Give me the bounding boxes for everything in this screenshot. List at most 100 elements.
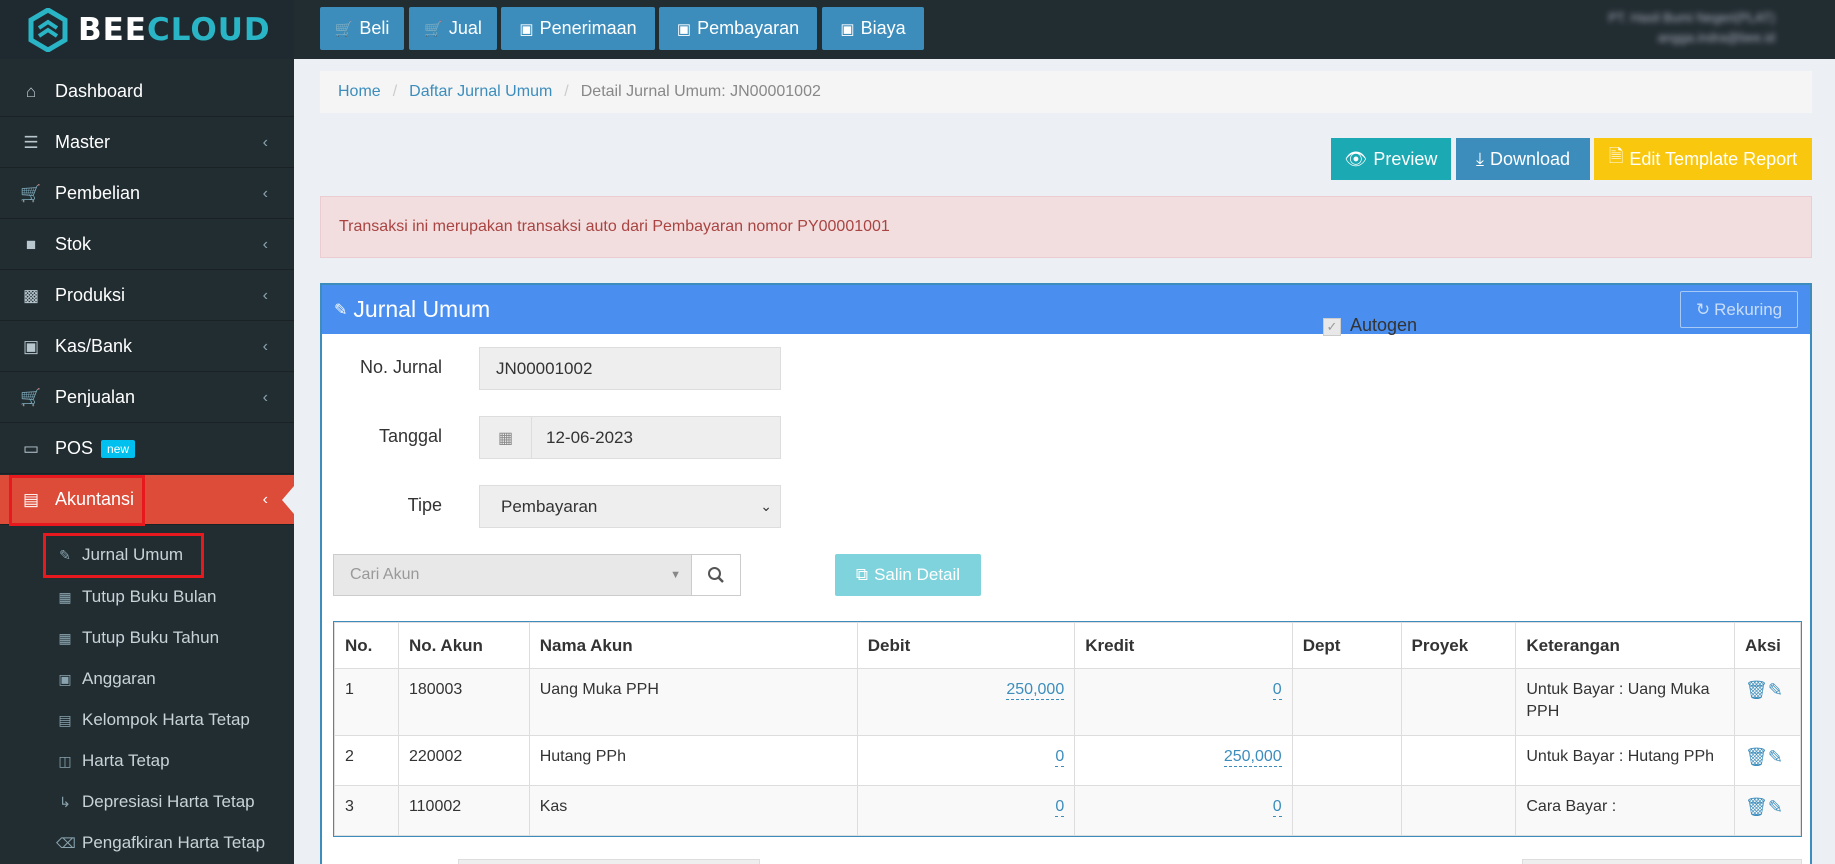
edit-template-report-button[interactable]: 🗎 Edit Template Report bbox=[1594, 138, 1812, 180]
cell-kredit: 0 bbox=[1074, 785, 1293, 836]
brand-logo[interactable]: BEECLOUD bbox=[0, 0, 294, 59]
brand-part-cloud: CLOUD bbox=[146, 11, 271, 48]
column-header: Debit bbox=[856, 622, 1076, 669]
cell-keterangan: Cara Bayar : bbox=[1515, 785, 1735, 836]
nav-jual-button[interactable]: 🛒 Jual bbox=[409, 7, 497, 50]
sidebar-subitem-harta-tetap[interactable]: ◫ Harta Tetap bbox=[56, 742, 169, 780]
sidebar-subitem-label: Kelompok Harta Tetap bbox=[82, 710, 250, 729]
cell-keterangan: Untuk Bayar : Hutang PPh bbox=[1515, 735, 1735, 786]
sidebar-subitem-tutup-buku-bulan[interactable]: ▦ Tutup Buku Bulan bbox=[56, 578, 216, 616]
journal-table: No. No. Akun Nama Akun Debit Kredit Dept… bbox=[333, 621, 1802, 837]
column-header: Proyek bbox=[1400, 622, 1517, 669]
sidebar-item-stok[interactable]: ■ Stok ‹ bbox=[0, 220, 294, 270]
sidebar-item-label: Stok bbox=[55, 234, 92, 254]
nav-pembayaran-label: Pembayaran bbox=[697, 18, 800, 38]
kredit-editable[interactable]: 0 bbox=[1272, 798, 1282, 817]
user-company: PT. Hasil Bumi Negeri(PLAT) bbox=[1608, 10, 1775, 25]
trash-icon: ⌫ bbox=[56, 834, 76, 851]
money-icon: ▣ bbox=[58, 670, 72, 687]
kredit-editable[interactable]: 250,000 bbox=[1223, 748, 1282, 767]
breadcrumb-separator: / bbox=[392, 83, 398, 100]
sidebar-subitem-depresiasi-harta-tetap[interactable]: ↳ Depresiasi Harta Tetap bbox=[56, 783, 255, 821]
column-header: Kredit bbox=[1074, 622, 1293, 669]
pencil-icon[interactable]: ✎ bbox=[1768, 747, 1783, 767]
cari-akun-select[interactable]: Cari Akun ▼ bbox=[333, 554, 692, 596]
sidebar-item-produksi[interactable]: ▩ Produksi ‹ bbox=[0, 271, 294, 321]
money-icon: ▣ bbox=[519, 20, 534, 38]
cart-icon: 🛒 bbox=[334, 20, 354, 38]
tipe-select[interactable]: Pembayaran ⌄ bbox=[479, 485, 781, 528]
sidebar-item-kas-bank[interactable]: ▣ Kas/Bank ‹ bbox=[0, 322, 294, 372]
tipe-label: Tipe bbox=[407, 495, 442, 515]
sidebar-subitem-tutup-buku-tahun[interactable]: ▦ Tutup Buku Tahun bbox=[56, 619, 219, 657]
cell-no: 2 bbox=[334, 735, 399, 786]
nav-penerimaan-button[interactable]: ▣ Penerimaan bbox=[501, 7, 655, 50]
footer-total-field[interactable] bbox=[1522, 859, 1802, 864]
sidebar-item-master[interactable]: ☰ Master ‹ bbox=[0, 118, 294, 168]
nav-biaya-label: Biaya bbox=[860, 18, 906, 38]
download-button[interactable]: ⤓ Download bbox=[1456, 138, 1590, 180]
cell-debit: 250,000 bbox=[856, 668, 1076, 736]
sidebar-item-penjualan[interactable]: 🛒 Penjualan ‹ bbox=[0, 373, 294, 423]
debit-editable[interactable]: 0 bbox=[1055, 748, 1065, 767]
sidebar-item-pos[interactable]: ▭ POS new bbox=[0, 424, 294, 474]
cart-icon: 🛒 bbox=[20, 387, 42, 407]
download-icon: ⤓ bbox=[1475, 148, 1484, 169]
breadcrumb-home-link[interactable]: Home bbox=[338, 83, 381, 101]
sidebar-item-dashboard[interactable]: ⌂ Dashboard bbox=[0, 67, 294, 117]
nav-biaya-button[interactable]: ▣ Biaya bbox=[822, 7, 924, 50]
column-header: No. bbox=[334, 622, 399, 669]
panel-title: Jurnal Umum bbox=[353, 296, 491, 322]
brand-part-bee: BEE bbox=[78, 11, 147, 48]
nav-beli-button[interactable]: 🛒 Beli bbox=[320, 7, 404, 50]
cell-keterangan: Untuk Bayar : Uang Muka PPH bbox=[1515, 668, 1735, 736]
new-badge: new bbox=[101, 439, 136, 458]
highlight-box-akuntansi bbox=[9, 475, 145, 526]
sidebar-subitem-label: Tutup Buku Tahun bbox=[82, 628, 220, 647]
cell-no: 3 bbox=[334, 785, 399, 836]
brand-name: BEECLOUD bbox=[78, 12, 271, 48]
preview-button[interactable]: 👁 Preview bbox=[1331, 138, 1451, 180]
chevron-down-icon: ⌄ bbox=[760, 498, 772, 514]
autogen-checkbox[interactable]: ✓ bbox=[1323, 318, 1341, 336]
breadcrumb-current: Detail Jurnal Umum: JN00001002 bbox=[580, 83, 821, 100]
rekuring-label: Rekuring bbox=[1714, 299, 1783, 319]
autogen-label: Autogen bbox=[1350, 315, 1418, 335]
pencil-icon[interactable]: ✎ bbox=[1768, 797, 1783, 817]
trash-icon[interactable]: 🗑 bbox=[1745, 797, 1768, 817]
debit-editable[interactable]: 250,000 bbox=[1006, 681, 1065, 700]
sidebar-subitem-anggaran[interactable]: ▣ Anggaran bbox=[56, 660, 155, 698]
debit-editable[interactable]: 0 bbox=[1055, 798, 1065, 817]
user-info[interactable]: PT. Hasil Bumi Negeri(PLAT) angga.indra@… bbox=[1608, 8, 1775, 48]
cell-dept bbox=[1291, 735, 1402, 786]
breadcrumb-list-link[interactable]: Daftar Jurnal Umum bbox=[409, 83, 552, 101]
tanggal-field[interactable]: ▦ 12-06-2023 bbox=[479, 416, 781, 459]
money-icon: ▣ bbox=[676, 20, 692, 38]
kredit-editable[interactable]: 0 bbox=[1272, 681, 1282, 700]
sidebar-subitem-kelompok-harta-tetap[interactable]: ▤ Kelompok Harta Tetap bbox=[56, 701, 250, 739]
salin-detail-button[interactable]: ⧉ Salin Detail bbox=[835, 554, 981, 596]
trash-icon[interactable]: 🗑 bbox=[1745, 680, 1768, 700]
download-label: Download bbox=[1489, 148, 1571, 169]
cell-aksi: 🗑✎ bbox=[1733, 668, 1802, 736]
database-icon: ☰ bbox=[23, 132, 39, 152]
sidebar-item-label: Pembelian bbox=[55, 183, 141, 203]
rekuring-button[interactable]: ↻ Rekuring bbox=[1680, 291, 1798, 328]
nav-pembayaran-button[interactable]: ▣ Pembayaran bbox=[659, 7, 817, 50]
cari-akun-placeholder: Cari Akun bbox=[350, 566, 420, 583]
sidebar-item-label: POS bbox=[55, 438, 94, 458]
sidebar-subitem-pengafkiran-harta-tetap[interactable]: ⌫ Pengafkiran Harta Tetap bbox=[56, 824, 265, 862]
search-button[interactable] bbox=[691, 554, 741, 596]
sidebar-subitem-label: Depresiasi Harta Tetap bbox=[82, 792, 255, 811]
chevron-left-icon: ‹ bbox=[262, 337, 268, 355]
sidebar-item-pembelian[interactable]: 🛒 Pembelian ‹ bbox=[0, 169, 294, 219]
no-jurnal-field[interactable]: JN00001002 bbox=[479, 347, 781, 390]
alert-text: Transaksi ini merupakan transaksi auto d… bbox=[339, 218, 890, 235]
trash-icon[interactable]: 🗑 bbox=[1745, 747, 1768, 767]
search-icon bbox=[708, 567, 724, 583]
sidebar-item-label: Master bbox=[55, 132, 111, 152]
table-row: 3 110002 Kas 0 0 Cara Bayar : 🗑✎ bbox=[334, 785, 1802, 836]
footer-field[interactable] bbox=[458, 859, 760, 864]
pencil-icon[interactable]: ✎ bbox=[1768, 680, 1783, 700]
column-header: Dept bbox=[1291, 622, 1402, 669]
